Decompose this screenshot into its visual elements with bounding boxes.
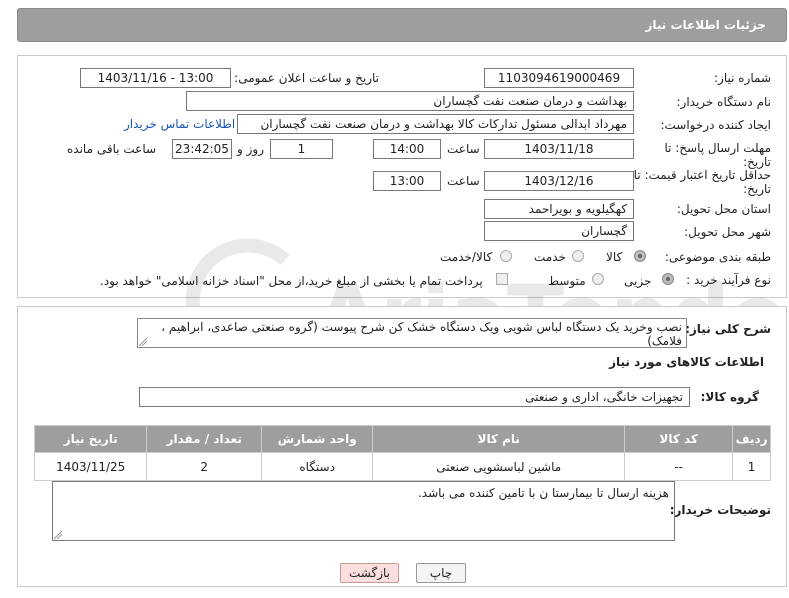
process-medium-label: متوسط	[548, 274, 586, 288]
goods-section-title: اطلاعات کالاهای مورد نیاز	[609, 355, 764, 369]
process-medium-radio[interactable]	[592, 273, 604, 285]
col-name: نام کالا	[372, 425, 626, 453]
page-title: جزئیات اطلاعات نیاز	[645, 18, 766, 32]
remaining-label: ساعت باقی مانده	[67, 142, 157, 156]
cell-date: 1403/11/25	[33, 452, 148, 481]
city-label: شهر محل تحویل:	[684, 225, 771, 239]
process-label: نوع فرآیند خرید :	[686, 273, 771, 287]
days-field: 1	[270, 139, 333, 159]
category-both-label: کالا/خدمت	[440, 250, 493, 264]
price-validity-label: حداقل تاریخ اعتبار قیمت: تا تاریخ:	[633, 168, 771, 196]
category-service-label: خدمت	[534, 250, 566, 264]
reply-time-field: 14:00	[373, 139, 441, 159]
reply-time-label: ساعت	[447, 142, 480, 156]
description-label: شرح کلی نیاز:	[685, 322, 771, 336]
province-label: استان محل تحویل:	[676, 202, 771, 216]
goods-group-label: گروه کالا:	[700, 390, 759, 404]
category-goods-label: کالا	[606, 250, 623, 264]
col-row: ردیف	[732, 425, 771, 453]
buyer-org-label: نام دستگاه خریدار:	[676, 95, 772, 109]
need-number-label: شماره نیاز:	[714, 71, 771, 85]
resize-handle-icon[interactable]	[54, 531, 62, 539]
days-label: روز و	[237, 142, 264, 156]
reply-deadline-label: مهلت ارسال پاسخ: تا تاریخ:	[664, 141, 771, 169]
goods-group-field: تجهیزات خانگی، اداری و صنعتی	[139, 387, 690, 407]
goods-table: ردیف کد کالا نام کالا واحد شمارش تعداد /…	[33, 425, 771, 481]
process-minor-radio[interactable]	[662, 273, 674, 285]
table-header-row: ردیف کد کالا نام کالا واحد شمارش تعداد /…	[33, 425, 771, 453]
creator-label: ایجاد کننده درخواست:	[660, 118, 771, 132]
print-button[interactable]: چاپ	[416, 563, 466, 583]
process-minor-label: جزیی	[624, 274, 652, 288]
buyer-contact-link[interactable]: اطلاعات تماس خریدار	[124, 117, 235, 131]
announce-field: 1403/11/16 - 13:00	[80, 68, 231, 88]
category-both-radio[interactable]	[500, 250, 512, 262]
back-button[interactable]: بازگشت	[340, 563, 399, 583]
col-qty: تعداد / مقدار	[146, 425, 262, 453]
category-label: طبقه بندی موضوعی:	[664, 250, 771, 264]
cell-name: ماشین لباسشویی صنعتی	[372, 452, 626, 481]
creator-field: مهرداد ابدالی مسئول تدارکات کالا بهداشت …	[237, 114, 634, 134]
cell-row: 1	[732, 452, 771, 481]
description-textarea[interactable]: نصب وخرید یک دستگاه لباس شویی ویک دستگاه…	[137, 318, 687, 348]
price-time-label: ساعت	[447, 174, 480, 188]
reply-date-field: 1403/11/18	[484, 139, 634, 159]
col-unit: واحد شمارش	[260, 425, 374, 453]
treasury-payment-checkbox[interactable]	[496, 273, 508, 285]
buyer-org-field: بهداشت و درمان صنعت نفت گچساران	[186, 91, 634, 111]
buyer-notes-textarea[interactable]: هزینه ارسال تا بیمارستا ن با تامین کننده…	[52, 481, 675, 541]
col-code: کد کالا	[624, 425, 734, 453]
province-field: کهگیلویه و بویراحمد	[484, 199, 634, 219]
announce-label: تاریخ و ساعت اعلان عمومی:	[234, 71, 379, 85]
city-field: گچساران	[484, 221, 634, 241]
table-row[interactable]: 1 -- ماشین لباسشویی صنعتی دستگاه 2 1403/…	[33, 452, 771, 481]
category-goods-radio[interactable]	[634, 250, 646, 262]
category-service-radio[interactable]	[572, 250, 584, 262]
cell-code: --	[624, 452, 734, 481]
col-date: تاریخ نیاز	[33, 425, 148, 453]
page-header: جزئیات اطلاعات نیاز	[17, 8, 787, 42]
cell-unit: دستگاه	[260, 452, 374, 481]
need-number-field: 1103094619000469	[484, 68, 634, 88]
price-time-field: 13:00	[373, 171, 441, 191]
resize-handle-icon[interactable]	[139, 338, 147, 346]
treasury-payment-note: پرداخت تمام یا بخشی از مبلغ خرید،از محل …	[100, 274, 483, 288]
buyer-notes-label: توضیحات خریدار:	[669, 503, 771, 517]
remaining-time-field: 23:42:05	[172, 139, 232, 159]
price-date-field: 1403/12/16	[484, 171, 634, 191]
cell-qty: 2	[146, 452, 262, 481]
